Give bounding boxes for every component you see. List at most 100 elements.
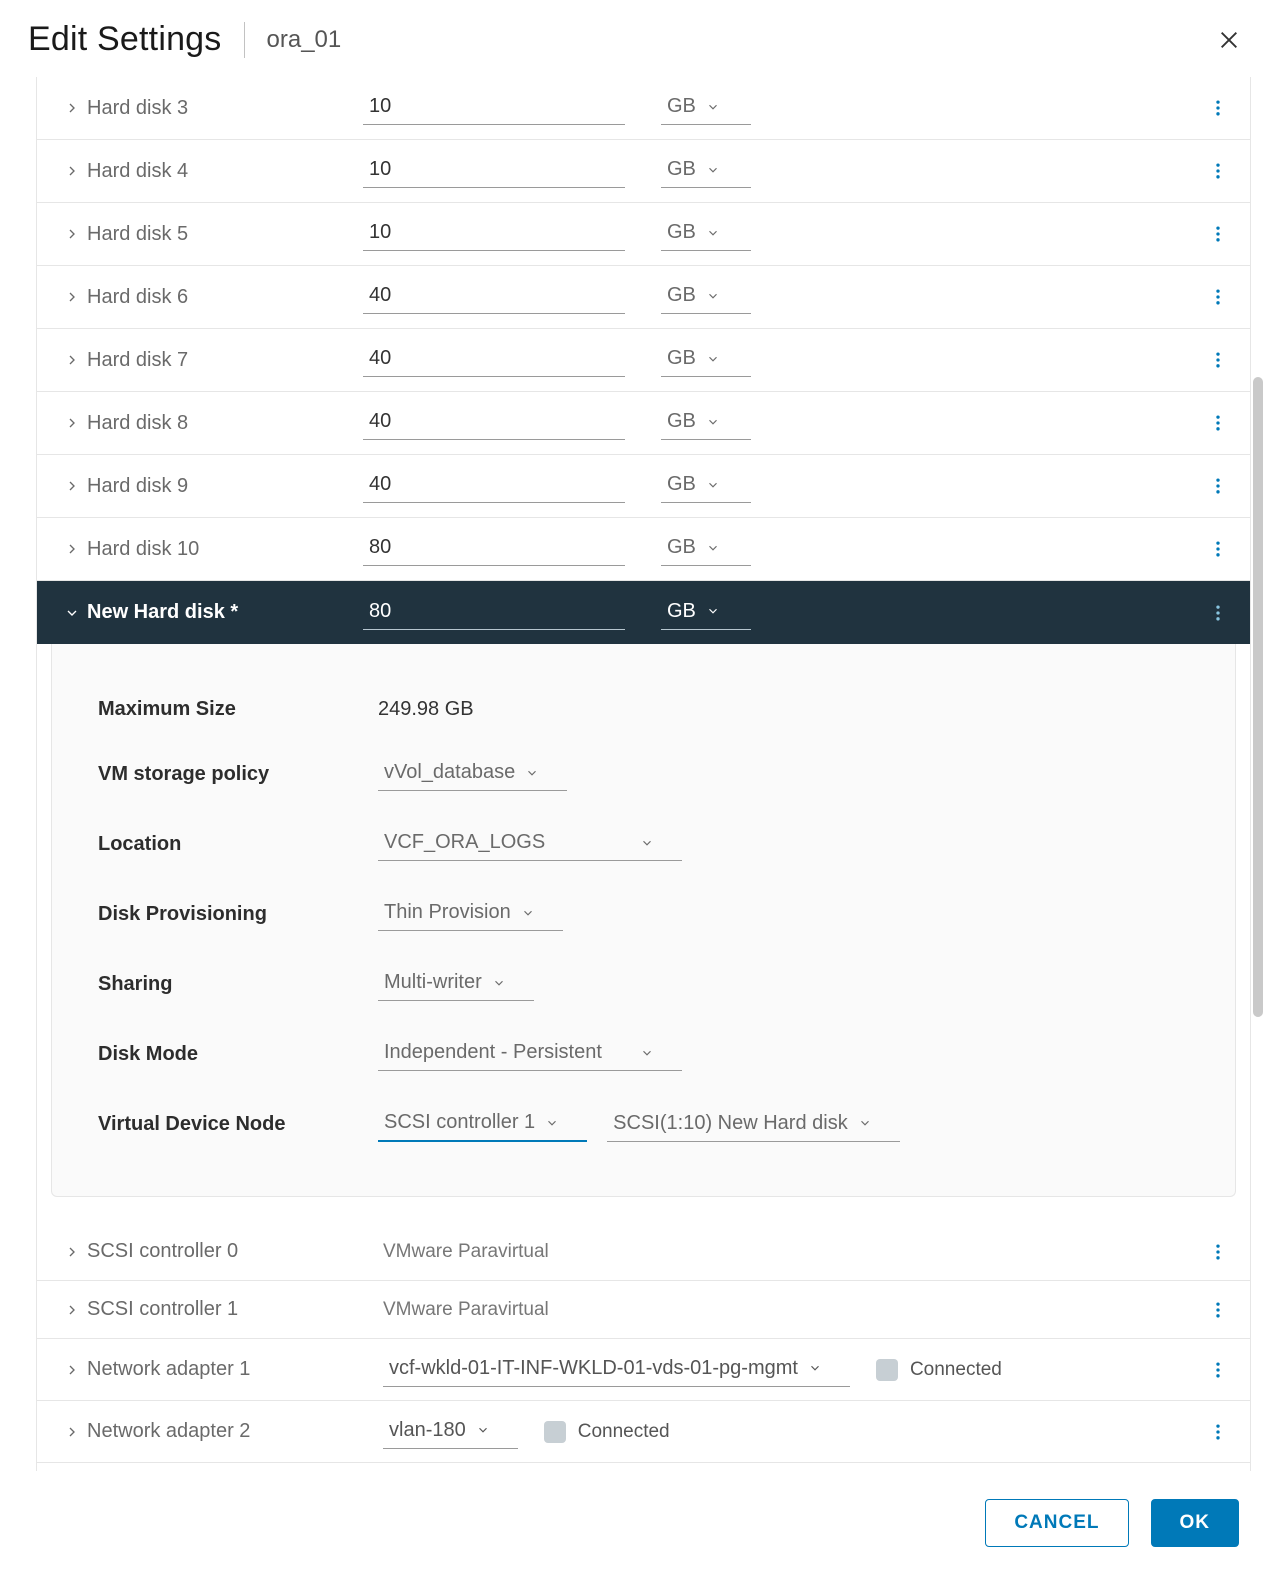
disk-label: Hard disk 9 xyxy=(87,475,188,498)
scsi-type: VMware Paravirtual xyxy=(383,1241,549,1263)
chevron-down-icon xyxy=(706,100,720,114)
disk-size-input[interactable] xyxy=(363,280,625,314)
max-size-label: Maximum Size xyxy=(98,698,378,721)
disk-menu-button[interactable] xyxy=(1206,96,1230,120)
new-disk-menu-button[interactable] xyxy=(1206,601,1230,625)
disk-menu-button[interactable] xyxy=(1206,411,1230,435)
scsi-label: SCSI controller 1 xyxy=(87,1298,238,1321)
disk-unit-select[interactable]: GB xyxy=(661,154,751,188)
disk-unit-select[interactable]: GB xyxy=(661,406,751,440)
disk-size-input[interactable] xyxy=(363,406,625,440)
vdn-node-select[interactable]: SCSI(1:10) New Hard disk xyxy=(607,1108,900,1142)
chevron-right-icon xyxy=(63,477,81,495)
chevron-right-icon xyxy=(63,1243,81,1261)
modal-title: Edit Settings xyxy=(28,20,222,59)
disk-unit-select[interactable]: GB xyxy=(661,91,751,125)
chevron-down-icon xyxy=(706,352,720,366)
nic-network-value: vcf-wkld-01-IT-INF-WKLD-01-vds-01-pg-mgm… xyxy=(389,1357,798,1380)
chevron-down-icon xyxy=(706,289,720,303)
disk-mode-select[interactable]: Independent - Persistent xyxy=(378,1037,682,1071)
disk-size-input[interactable] xyxy=(363,154,625,188)
provisioning-select[interactable]: Thin Provision xyxy=(378,897,563,931)
hard-disk-row[interactable]: Hard disk 6GB xyxy=(37,266,1250,329)
disk-label: Hard disk 8 xyxy=(87,412,188,435)
disk-unit-value: GB xyxy=(667,284,696,307)
disk-unit-select[interactable]: GB xyxy=(661,280,751,314)
hard-disk-row[interactable]: Hard disk 4 GB xyxy=(37,140,1250,203)
header-divider xyxy=(244,22,245,58)
scsi-menu-button[interactable] xyxy=(1206,1240,1230,1264)
nic-connected-checkbox[interactable] xyxy=(544,1421,566,1443)
chevron-down-icon xyxy=(640,1046,654,1060)
disk-menu-button[interactable] xyxy=(1206,348,1230,372)
scsi-controller-row[interactable]: SCSI controller 0VMware Paravirtual xyxy=(37,1223,1250,1281)
scsi-controller-row[interactable]: SCSI controller 1VMware Paravirtual xyxy=(37,1281,1250,1339)
disk-unit-value: GB xyxy=(667,410,696,433)
sharing-label: Sharing xyxy=(98,973,378,996)
disk-label: Hard disk 10 xyxy=(87,538,199,561)
disk-menu-button[interactable] xyxy=(1206,474,1230,498)
network-adapter-row[interactable]: Network adapter 2 vlan-180 Connected xyxy=(37,1401,1250,1463)
chevron-right-icon xyxy=(63,351,81,369)
nic-menu-button[interactable] xyxy=(1206,1358,1230,1382)
provisioning-label: Disk Provisioning xyxy=(98,903,378,926)
nic-connected-checkbox[interactable] xyxy=(876,1359,898,1381)
disk-menu-button[interactable] xyxy=(1206,537,1230,561)
hard-disk-row[interactable]: Hard disk 8 GB xyxy=(37,392,1250,455)
vdn-node-value: SCSI(1:10) New Hard disk xyxy=(613,1112,848,1135)
nic-connected-label: Connected xyxy=(910,1359,1002,1381)
hard-disk-row[interactable]: Hard disk 5GB xyxy=(37,203,1250,266)
hard-disk-row[interactable]: Hard disk 7GB xyxy=(37,329,1250,392)
disk-size-input[interactable] xyxy=(363,469,625,503)
new-hard-disk-row[interactable]: New Hard disk * GB xyxy=(37,581,1250,644)
disk-label: Hard disk 4 xyxy=(87,160,188,183)
chevron-down-icon xyxy=(808,1361,822,1375)
nic-connected-label: Connected xyxy=(578,1421,670,1443)
sharing-select[interactable]: Multi-writer xyxy=(378,967,534,1001)
disk-unit-select[interactable]: GB xyxy=(661,343,751,377)
disk-menu-button[interactable] xyxy=(1206,285,1230,309)
hard-disk-row[interactable]: Hard disk 10 GB xyxy=(37,518,1250,581)
new-disk-unit-select[interactable]: GB xyxy=(661,596,751,630)
nic-network-select[interactable]: vlan-180 xyxy=(383,1415,518,1449)
scsi-menu-button[interactable] xyxy=(1206,1298,1230,1322)
disk-mode-label: Disk Mode xyxy=(98,1043,378,1066)
disk-unit-value: GB xyxy=(667,158,696,181)
chevron-down-icon xyxy=(706,541,720,555)
chevron-right-icon xyxy=(63,414,81,432)
nic-label: Network adapter 2 xyxy=(87,1420,250,1443)
disk-size-input[interactable] xyxy=(363,532,625,566)
nic-menu-button[interactable] xyxy=(1206,1420,1230,1444)
disk-unit-value: GB xyxy=(667,473,696,496)
kebab-icon xyxy=(1208,603,1228,623)
vdn-controller-value: SCSI controller 1 xyxy=(384,1111,535,1134)
ok-button[interactable]: OK xyxy=(1151,1499,1240,1547)
disk-unit-select[interactable]: GB xyxy=(661,217,751,251)
location-select[interactable]: VCF_ORA_LOGS xyxy=(378,827,682,861)
disk-size-input[interactable] xyxy=(363,343,625,377)
nic-network-select[interactable]: vcf-wkld-01-IT-INF-WKLD-01-vds-01-pg-mgm… xyxy=(383,1353,850,1387)
close-button[interactable] xyxy=(1211,22,1247,58)
vdn-controller-select[interactable]: SCSI controller 1 xyxy=(378,1107,587,1142)
chevron-right-icon xyxy=(63,540,81,558)
disk-menu-button[interactable] xyxy=(1206,159,1230,183)
new-disk-unit-value: GB xyxy=(667,600,696,623)
hard-disk-row[interactable]: Hard disk 9 GB xyxy=(37,455,1250,518)
disk-size-input[interactable] xyxy=(363,217,625,251)
disk-unit-select[interactable]: GB xyxy=(661,469,751,503)
chevron-right-icon xyxy=(63,1301,81,1319)
chevron-right-icon xyxy=(63,162,81,180)
disk-menu-button[interactable] xyxy=(1206,222,1230,246)
scrollbar[interactable] xyxy=(1251,77,1265,1471)
new-disk-size-input[interactable] xyxy=(363,596,625,630)
hard-disk-row[interactable]: Hard disk 3GB xyxy=(37,77,1250,140)
scrollbar-thumb[interactable] xyxy=(1253,377,1263,1017)
network-adapter-row[interactable]: Network adapter 1vcf-wkld-01-IT-INF-WKLD… xyxy=(37,1339,1250,1401)
chevron-down-icon xyxy=(706,478,720,492)
new-disk-details: Maximum Size 249.98 GB VM storage policy… xyxy=(51,644,1236,1197)
storage-policy-select[interactable]: vVol_database xyxy=(378,757,567,791)
disk-size-input[interactable] xyxy=(363,91,625,125)
disk-unit-value: GB xyxy=(667,221,696,244)
disk-unit-select[interactable]: GB xyxy=(661,532,751,566)
cancel-button[interactable]: Cancel xyxy=(985,1499,1128,1547)
